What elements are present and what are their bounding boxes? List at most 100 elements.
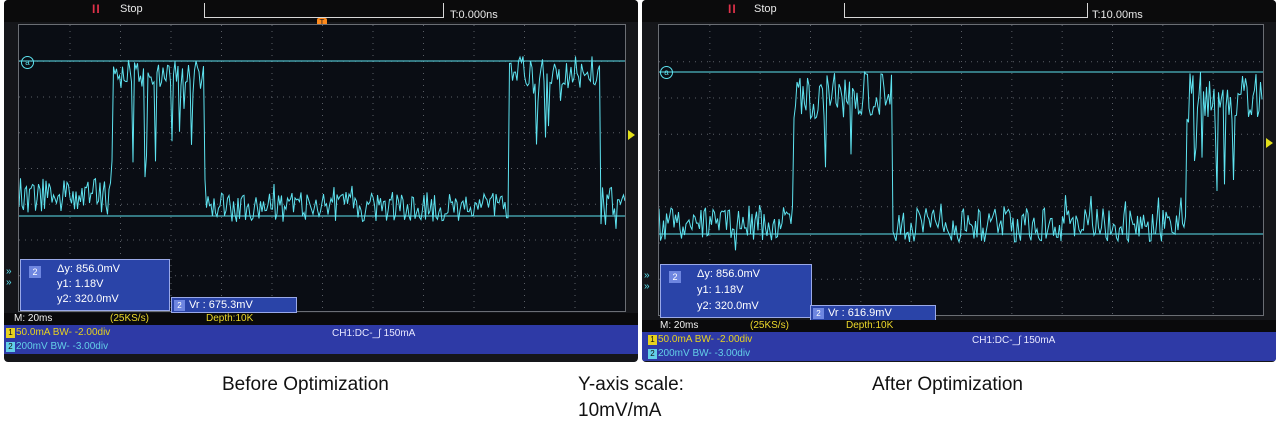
grid-dot	[487, 132, 488, 134]
grid-dot	[277, 168, 278, 169]
grid-dot	[887, 170, 888, 171]
grid-dot	[221, 127, 222, 128]
grid-dot	[1112, 211, 1113, 212]
grid-dot	[69, 241, 71, 242]
grid-dot	[145, 132, 146, 134]
grid-dot	[205, 239, 206, 241]
grid-dot	[1055, 278, 1056, 280]
grid-dot	[103, 239, 104, 241]
grid-dot	[1199, 133, 1200, 135]
grid-dot	[761, 170, 762, 171]
grid-dot	[1091, 170, 1092, 171]
grid-dot	[385, 239, 386, 241]
grid-dot	[725, 242, 726, 244]
grid-dot	[1151, 278, 1152, 280]
grid-dot	[1212, 121, 1214, 122]
grid-dot	[271, 283, 273, 284]
grid-dot	[423, 175, 424, 176]
grid-dot	[1241, 133, 1242, 135]
grid-dot	[1112, 133, 1113, 134]
grid-dot	[810, 259, 811, 260]
grid-dot	[457, 168, 458, 169]
grid-dot	[917, 61, 918, 63]
grid-dot	[797, 206, 798, 208]
grid-dot	[423, 301, 424, 302]
grid-dot	[1055, 61, 1056, 63]
grid-dot	[1112, 145, 1113, 146]
grid-dot	[1229, 242, 1230, 244]
caption-scale-line1: Y-axis scale:	[578, 374, 684, 395]
grid-dot	[860, 49, 862, 50]
grid-dot	[1091, 133, 1092, 135]
grid-dot	[1061, 199, 1063, 200]
grid-dot	[1085, 97, 1086, 99]
grid-dot	[910, 253, 912, 254]
grid-dot	[221, 25, 222, 26]
grid-dot	[1079, 206, 1080, 208]
grid-dot	[1097, 170, 1098, 171]
grid-dot	[961, 241, 962, 242]
grid-dot	[810, 241, 811, 242]
right-channel1-bar: 1 50.0mA BW- -2.00div CH1:DC-_∫ 150mA	[642, 332, 1276, 347]
grid-dot	[524, 151, 525, 152]
grid-dot	[1043, 133, 1044, 135]
grid-dot	[103, 132, 104, 134]
grid-dot	[205, 132, 206, 134]
grid-dot	[271, 31, 273, 32]
grid-dot	[929, 278, 930, 280]
left-channel-arrow-icon: »	[6, 266, 12, 277]
grid-dot	[271, 79, 273, 80]
grid-dot	[43, 168, 44, 169]
grid-dot	[379, 168, 380, 169]
grid-dot	[322, 217, 323, 218]
grid-dot	[860, 85, 862, 86]
grid-dot	[701, 133, 702, 135]
grid-dot	[1162, 67, 1164, 68]
grid-dot	[423, 289, 424, 290]
grid-dot	[1097, 206, 1098, 208]
grid-dot	[1133, 278, 1134, 280]
grid-dot	[910, 235, 912, 236]
grid-dot	[1079, 242, 1080, 244]
grid-dot	[473, 91, 475, 92]
grid-dot	[1169, 61, 1170, 63]
grid-dot	[839, 278, 840, 280]
grid-dot	[1049, 61, 1050, 63]
grid-dot	[473, 289, 475, 290]
grid-dot	[181, 132, 182, 134]
grid-dot	[259, 96, 260, 98]
grid-dot	[423, 271, 424, 272]
grid-dot	[574, 205, 576, 206]
grid-dot	[1001, 133, 1002, 135]
grid-dot	[1133, 133, 1134, 135]
right-cursor-a-marker: a	[660, 66, 673, 79]
grid-dot	[1037, 97, 1038, 99]
grid-dot	[1073, 206, 1074, 208]
grid-dot	[120, 37, 121, 38]
right-m-time: M: 20ms	[660, 320, 699, 331]
grid-dot	[427, 168, 428, 169]
grid-dot	[221, 175, 222, 176]
left-y1-value: y1: 1.18V	[57, 278, 104, 290]
grid-dot	[713, 133, 714, 135]
grid-dot	[1212, 67, 1214, 68]
grid-dot	[910, 169, 912, 170]
grid-dot	[759, 61, 761, 62]
grid-dot	[337, 203, 338, 205]
grid-dot	[574, 259, 576, 260]
grid-dot	[170, 187, 172, 188]
grid-dot	[810, 31, 811, 32]
grid-dot	[875, 242, 876, 244]
grid-dot	[379, 132, 380, 134]
grid-dot	[69, 145, 71, 146]
grid-dot	[731, 242, 732, 244]
grid-dot	[810, 163, 811, 164]
right-y1-value: y1: 1.18V	[697, 284, 744, 296]
grid-dot	[810, 25, 811, 26]
grid-dot	[524, 49, 525, 50]
grid-dot	[863, 206, 864, 208]
grid-dot	[170, 169, 172, 170]
grid-dot	[1031, 97, 1032, 99]
grid-dot	[313, 168, 314, 169]
grid-dot	[1163, 97, 1164, 99]
